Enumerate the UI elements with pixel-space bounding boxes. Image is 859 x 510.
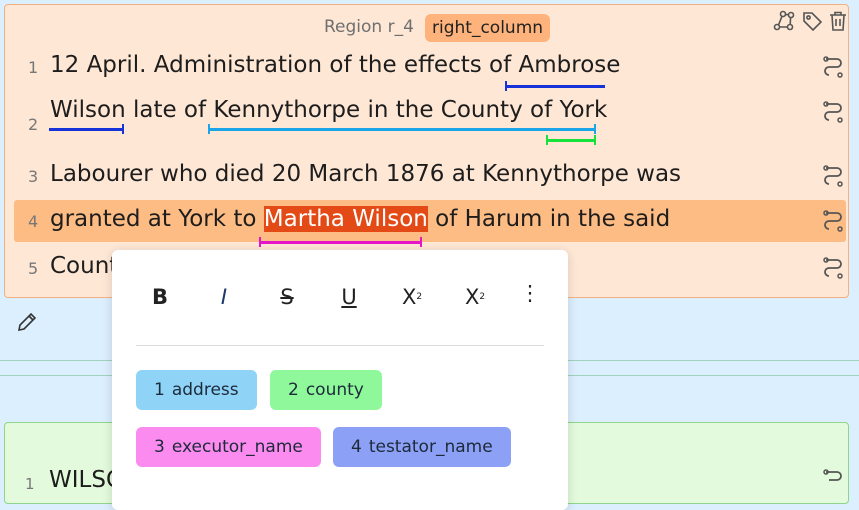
county-underline[interactable] [546, 135, 596, 145]
region-title: Region r_4 [324, 17, 414, 37]
bold-button[interactable]: B [140, 280, 180, 314]
line-number: 1 [28, 58, 39, 77]
link-icon[interactable] [822, 56, 844, 78]
strikethrough-button[interactable]: S [267, 280, 307, 314]
line-text[interactable]: Count [50, 253, 118, 279]
line-number: 4 [28, 212, 39, 231]
underline-button[interactable]: U [329, 280, 369, 314]
text-line[interactable]: 1 12 April. Administration of the effect… [14, 46, 846, 88]
link-icon[interactable] [822, 101, 844, 123]
link-icon[interactable] [822, 257, 844, 279]
line-text[interactable]: 12 April. Administration of the effects … [50, 52, 620, 78]
text-line[interactable]: 2 Wilson late of Kennythorpe in the Coun… [14, 91, 846, 134]
executor-underline[interactable] [259, 237, 422, 247]
pencil-icon[interactable] [16, 311, 38, 333]
line-text[interactable]: Labourer who died 20 March 1876 at Kenny… [50, 161, 681, 187]
address-underline[interactable] [208, 124, 596, 134]
testator-underline[interactable] [505, 81, 605, 91]
trash-icon[interactable] [827, 10, 849, 32]
region-header: Region r_4 right_column [5, 10, 848, 42]
line-number: 1 [25, 475, 35, 493]
line-text-pre: granted at York to [50, 206, 264, 232]
subscript-button[interactable]: X2 [392, 280, 432, 314]
testator-underline[interactable] [49, 124, 124, 134]
tag-chip-county[interactable]: 2 county [270, 370, 382, 410]
popup-divider [136, 345, 544, 346]
line-text[interactable]: granted at York to Martha Wilson of Haru… [50, 206, 670, 232]
superscript-button[interactable]: X2 [455, 280, 495, 314]
line-number: 3 [28, 167, 39, 186]
tag-chip-testator-name[interactable]: 4 testator_name [333, 427, 511, 467]
tag-chip-executor-name[interactable]: 3 executor_name [136, 427, 321, 467]
tag-popup: B I S U X2 X2 ⋮ 1 address 2 county 3 execut… [112, 250, 568, 510]
tag-chip-address[interactable]: 1 address [136, 370, 257, 410]
link-icon[interactable] [822, 210, 844, 232]
text-line-active[interactable]: 4 granted at York to Martha Wilson of Ha… [14, 200, 846, 242]
more-options-icon[interactable]: ⋮ [510, 276, 550, 310]
text-line[interactable]: 3 Labourer who died 20 March 1876 at Ken… [14, 155, 846, 197]
tag-icon[interactable] [801, 10, 823, 32]
line-number: 5 [28, 259, 39, 278]
link-icon[interactable] [822, 165, 844, 187]
link-icon[interactable] [822, 469, 844, 491]
italic-button[interactable]: I [204, 280, 244, 314]
line-number: 2 [28, 115, 39, 134]
line-text-post: of Harum in the said [427, 206, 671, 232]
region-type-tag[interactable]: right_column [425, 14, 551, 42]
line-text[interactable]: Wilson late of Kennythorpe in the County… [50, 97, 607, 123]
selected-text[interactable]: Martha Wilson [263, 206, 428, 232]
graph-icon[interactable] [773, 10, 795, 32]
